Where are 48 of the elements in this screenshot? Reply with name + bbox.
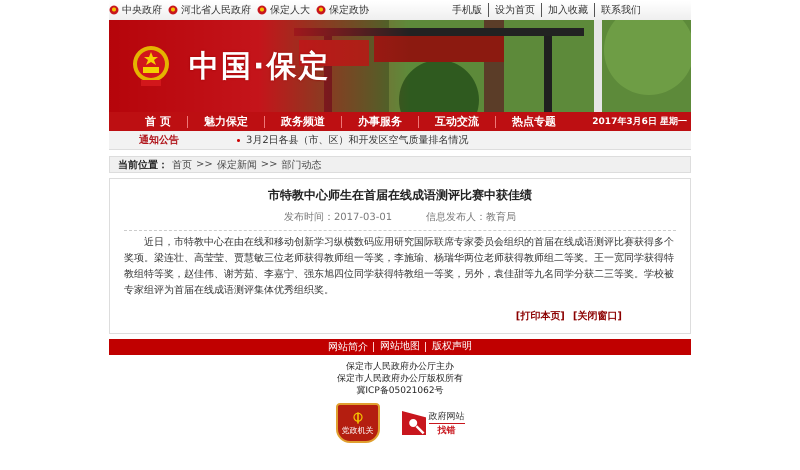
badge-text: 党政机关	[342, 424, 374, 436]
top-right-link[interactable]: 设为首页	[488, 3, 535, 17]
breadcrumb-label: 当前位置：	[118, 158, 168, 172]
nav-item[interactable]: 政务频道	[264, 114, 341, 129]
publish-date: 发布时间：2017-03-01	[284, 210, 392, 224]
article-title: 市特教中心师生在首届在线成语测评比赛中获佳绩	[267, 187, 533, 204]
breadcrumb-link[interactable]: 保定新闻	[216, 158, 257, 172]
top-right-link[interactable]: 联系我们	[594, 3, 641, 17]
notice-label: 通知公告	[139, 134, 179, 147]
error-report-title: 政府网站	[428, 410, 464, 424]
notice-link[interactable]: 3月2日各县（市、区）和开发区空气质量排名情况	[246, 133, 469, 147]
footer-link[interactable]: 网站简介	[328, 340, 368, 354]
search-icon	[402, 411, 426, 435]
footer-text: 冀ICP备05021062号	[356, 385, 444, 397]
article-action-link[interactable]: [打印本页]	[516, 309, 565, 323]
top-link[interactable]: 中央政府	[109, 3, 162, 17]
breadcrumb-link[interactable]: 首页	[172, 158, 192, 172]
top-link[interactable]: 保定人大	[257, 3, 310, 17]
nav-item[interactable]: 互动交流	[418, 114, 495, 129]
date-text: 2017年3月6日 星期一	[592, 116, 687, 128]
banner-title: 中国·保定	[189, 48, 330, 86]
breadcrumb-separator: >>	[260, 159, 278, 170]
nav-item[interactable]: 魅力保定	[188, 114, 264, 129]
emblem-icon	[168, 5, 178, 15]
article-body: 近日，市特教中心在由在线和移动创新学习纵横数码应用研究国际联席专家委员会组织的首届在线成语测评比赛获得多个奖项。梁连壮、高莹莹、贾慧敏三位老师获得教师组一等奖，李施瑜、杨瑞华两位老师获得教师组二等奖。王一宽同学获得特教组特等奖，赵佳伟、谢芳茹、李嘉宁、强东旭四位同学获得特教组一等奖，另外，袁佳甜等九名同学分获二三等奖。学校被专家组评为首届在线成语测评集体优秀组织奖。	[124, 236, 675, 298]
article-action-link[interactable]: [关闭窗口]	[572, 309, 622, 323]
footer-text: 保定市人民政府办公厅主办	[346, 361, 454, 373]
footer-link[interactable]: 版权声明	[425, 342, 472, 352]
error-report-logo[interactable]: 政府网站 找错	[402, 410, 464, 436]
footer-text: 保定市人民政府办公厅版权所有	[337, 373, 463, 385]
bullet-icon	[237, 138, 240, 142]
top-right-link[interactable]: 加入收藏	[541, 3, 588, 17]
emblem-icon	[257, 5, 267, 15]
publisher-text: 信息发布人：教育局	[426, 210, 516, 224]
emblem-icon	[316, 5, 326, 15]
top-right-link[interactable]: 手机版	[452, 3, 482, 17]
footer-link[interactable]: 网站地图	[373, 342, 420, 352]
breadcrumb-link[interactable]: 部门动态	[282, 158, 322, 172]
nav-item[interactable]: 热点专题	[496, 114, 572, 129]
nav-item[interactable]: 办事服务	[342, 114, 418, 129]
top-link[interactable]: 河北省人民政府	[168, 3, 251, 17]
error-report-subtitle: 找错	[438, 424, 456, 436]
breadcrumb-separator: >>	[196, 159, 213, 170]
top-link[interactable]: 保定政协	[316, 3, 369, 17]
shield-badge[interactable]: 党政机关	[336, 403, 380, 443]
emblem-icon	[109, 5, 119, 15]
nav-item[interactable]: 首 页	[129, 114, 187, 129]
emblem-icon	[131, 44, 171, 88]
